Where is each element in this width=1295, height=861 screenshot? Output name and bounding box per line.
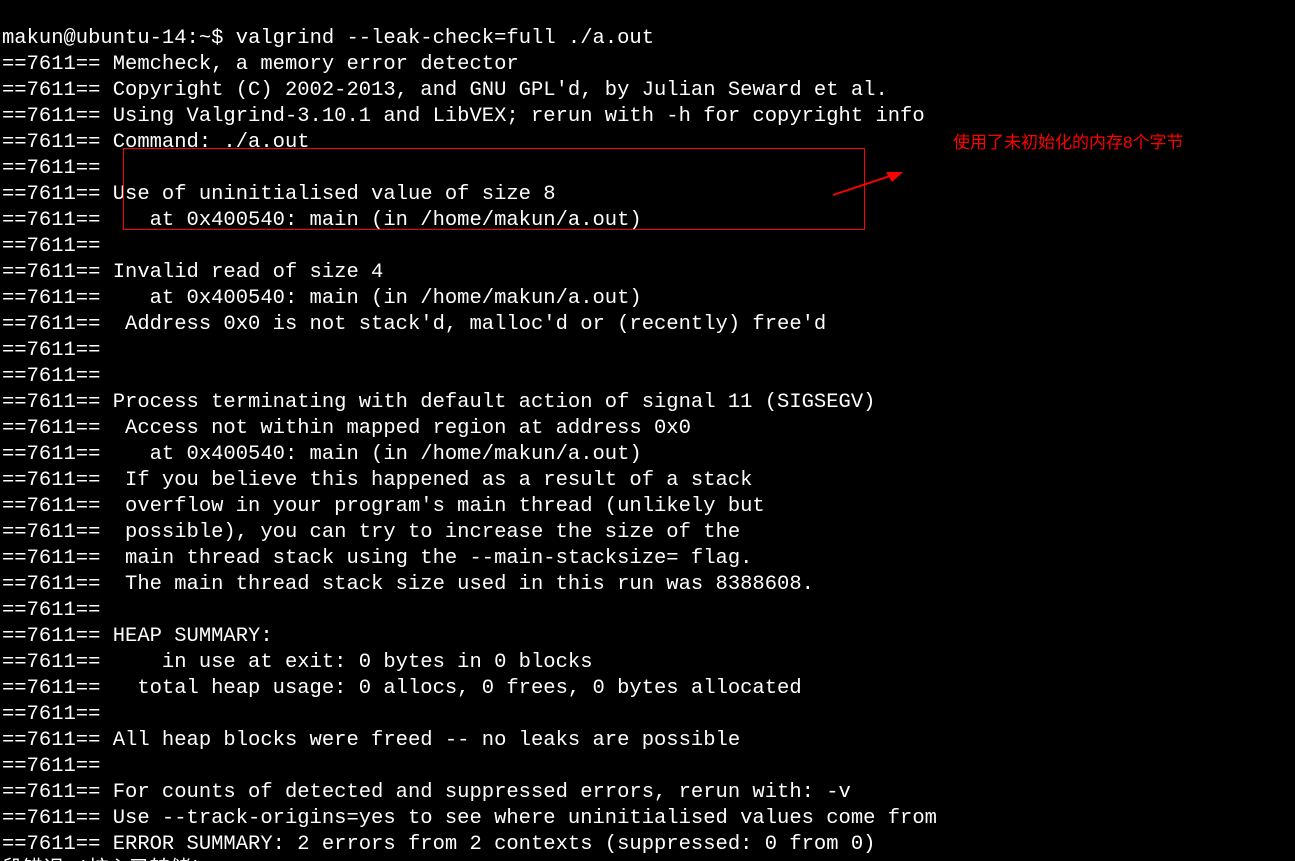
output-line: ==7611== total heap usage: 0 allocs, 0 f… <box>2 677 802 700</box>
output-line: ==7611== If you believe this happened as… <box>2 469 752 492</box>
output-line: ==7611== <box>2 235 100 258</box>
output-line: ==7611== <box>2 157 100 180</box>
prompt-cwd: ~ <box>199 27 211 50</box>
output-line: ==7611== Access not within mapped region… <box>2 417 691 440</box>
output-line: ==7611== <box>2 339 100 362</box>
output-line: ==7611== <box>2 703 100 726</box>
prompt-line: makun@ubuntu-14:~$ valgrind --leak-check… <box>2 27 654 50</box>
output-line: ==7611== For counts of detected and supp… <box>2 781 851 804</box>
output-line: ==7611== at 0x400540: main (in /home/mak… <box>2 287 642 310</box>
output-line: ==7611== Invalid read of size 4 <box>2 261 383 284</box>
output-line: ==7611== <box>2 599 100 622</box>
annotation-arrow-icon <box>828 170 903 200</box>
terminal-window[interactable]: makun@ubuntu-14:~$ valgrind --leak-check… <box>0 0 1295 861</box>
output-line: ==7611== possible), you can try to incre… <box>2 521 740 544</box>
output-line: ==7611== in use at exit: 0 bytes in 0 bl… <box>2 651 593 674</box>
prompt-user-host: makun@ubuntu-14 <box>2 27 187 50</box>
output-line: ==7611== Command: ./a.out <box>2 131 310 154</box>
output-line: ==7611== Copyright (C) 2002-2013, and GN… <box>2 79 888 102</box>
output-line: ==7611== at 0x400540: main (in /home/mak… <box>2 209 642 232</box>
annotation-label: 使用了未初始化的内存8个字节 <box>953 130 1183 156</box>
output-line: ==7611== Memcheck, a memory error detect… <box>2 53 519 76</box>
output-line: ==7611== The main thread stack size used… <box>2 573 814 596</box>
output-line: ==7611== overflow in your program's main… <box>2 495 765 518</box>
output-line: ==7611== Use of uninitialised value of s… <box>2 183 556 206</box>
command-text: valgrind --leak-check=full ./a.out <box>236 27 654 50</box>
output-line: ==7611== All heap blocks were freed -- n… <box>2 729 740 752</box>
output-line: ==7611== main thread stack using the --m… <box>2 547 752 570</box>
output-line: ==7611== HEAP SUMMARY: <box>2 625 273 648</box>
output-line: ==7611== Address 0x0 is not stack'd, mal… <box>2 313 826 336</box>
output-line: ==7611== <box>2 755 100 778</box>
output-line: ==7611== Using Valgrind-3.10.1 and LibVE… <box>2 105 925 128</box>
output-line: ==7611== ERROR SUMMARY: 2 errors from 2 … <box>2 833 875 856</box>
output-line: ==7611== Use --track-origins=yes to see … <box>2 807 937 830</box>
output-line: ==7611== at 0x400540: main (in /home/mak… <box>2 443 642 466</box>
output-line: ==7611== <box>2 365 100 388</box>
output-line: ==7611== Process terminating with defaul… <box>2 391 875 414</box>
